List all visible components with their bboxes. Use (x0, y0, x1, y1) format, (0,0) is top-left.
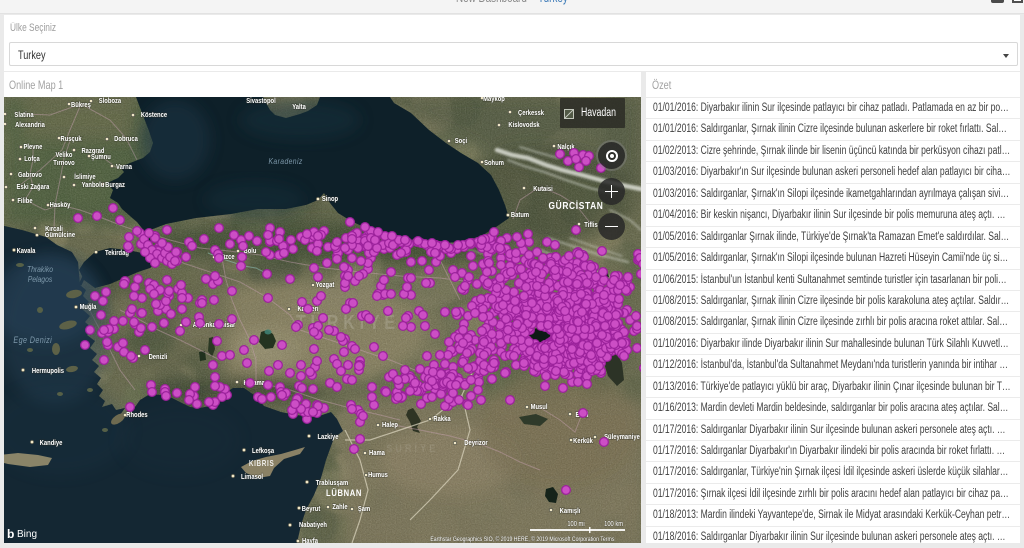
svg-text:Lofça: Lofça (24, 155, 40, 163)
svg-text:Sivastopol: Sivastopol (246, 97, 276, 105)
svg-text:Hama: Hama (369, 449, 385, 457)
svg-text:Deyrizor: Deyrizor (464, 439, 488, 447)
svg-text:Bükreş: Bükreş (71, 101, 91, 109)
svg-text:Eski Zağara: Eski Zağara (17, 183, 50, 191)
svg-text:Gümülcine: Gümülcine (45, 231, 75, 239)
svg-text:Pelagos: Pelagos (28, 274, 53, 284)
svg-text:Yalta: Yalta (292, 103, 306, 111)
svg-text:Çerkessk: Çerkessk (518, 109, 544, 117)
svg-text:Kutaisi: Kutaisi (533, 185, 553, 193)
svg-text:Rusçuk: Rusçuk (60, 135, 81, 143)
svg-text:Kavala: Kavala (17, 247, 36, 255)
svg-text:Alexandria: Alexandria (15, 121, 45, 129)
svg-text:Köstence: Köstence (141, 111, 168, 119)
svg-text:Sohum: Sohum (484, 159, 504, 167)
svg-text:100 mi: 100 mi (567, 520, 584, 528)
svg-text:Batum: Batum (511, 211, 529, 219)
svg-text:Ege Denizi: Ege Denizi (13, 335, 52, 345)
svg-text:Sinop: Sinop (322, 195, 338, 203)
svg-text:Hasköy: Hasköy (50, 201, 71, 209)
svg-text:Denizli: Denizli (149, 353, 168, 361)
svg-text:100 km: 100 km (604, 520, 623, 528)
svg-text:KIBRIS: KIBRIS (249, 458, 275, 468)
svg-text:Yozgat: Yozgat (316, 281, 335, 289)
svg-text:Varna: Varna (116, 163, 132, 171)
svg-text:Zahle: Zahle (332, 503, 348, 511)
svg-text:Rakka: Rakka (433, 415, 450, 423)
svg-text:Şumnu: Şumnu (91, 153, 111, 161)
svg-text:Kislovodsk: Kislovodsk (508, 121, 539, 129)
svg-text:b: b (7, 527, 14, 541)
svg-text:Filibe: Filibe (17, 197, 33, 205)
svg-text:Plevne: Plevne (24, 143, 43, 151)
svg-text:Rhodes: Rhodes (126, 411, 148, 419)
svg-text:Beyrut: Beyrut (302, 505, 321, 513)
svg-text:Kerkük: Kerkük (573, 437, 593, 445)
svg-text:Halep: Halep (382, 421, 398, 429)
svg-text:Humus: Humus (368, 471, 388, 479)
svg-text:Dobruca: Dobruca (114, 135, 138, 143)
svg-text:Muğla: Muğla (80, 303, 97, 311)
svg-text:Trablusşam: Trablusşam (316, 479, 349, 487)
svg-text:Tiflis: Tiflis (584, 221, 598, 229)
svg-text:Burgaz: Burgaz (105, 181, 125, 189)
svg-text:Karadeniz: Karadeniz (269, 156, 303, 166)
svg-text:Limasol: Limasol (241, 473, 263, 481)
svg-text:Kamışlı: Kamışlı (560, 507, 581, 515)
svg-text:Süleymaniye: Süleymaniye (604, 433, 640, 441)
svg-text:Maykop: Maykop (483, 97, 505, 103)
svg-text:Slatina: Slatina (14, 111, 33, 119)
svg-text:İslimiye: İslimiye (74, 172, 96, 181)
svg-text:Thrakiko: Thrakiko (27, 264, 54, 274)
svg-text:SURİYE: SURİYE (386, 443, 438, 455)
svg-text:Kandiye: Kandiye (40, 439, 63, 447)
svg-text:Yanbolu: Yanbolu (82, 181, 105, 189)
svg-text:Nabatiyeh: Nabatiyeh (299, 521, 327, 529)
svg-text:LÜBNAN: LÜBNAN (326, 487, 362, 498)
svg-text:Hayfa: Hayfa (302, 537, 318, 543)
svg-text:Tırnovo: Tırnovo (53, 159, 74, 167)
svg-text:Musul: Musul (531, 403, 548, 411)
svg-text:Şam: Şam (358, 505, 370, 513)
svg-text:Hermupolis: Hermupolis (32, 367, 64, 375)
svg-text:Lazkiye: Lazkiye (317, 433, 338, 441)
svg-text:GÜRCİSTAN: GÜRCİSTAN (548, 200, 603, 212)
svg-text:Veliko: Veliko (56, 151, 73, 159)
svg-text:Bing: Bing (17, 529, 37, 540)
svg-text:Sloboza: Sloboza (99, 97, 122, 105)
svg-text:Earthstar Geographics SIO, © 2: Earthstar Geographics SIO, © 2019 HERE, … (430, 535, 614, 543)
svg-text:Soçi: Soçi (455, 137, 467, 145)
svg-text:Gabrovo: Gabrovo (18, 171, 42, 179)
svg-text:Lefkoşa: Lefkoşa (252, 447, 274, 455)
